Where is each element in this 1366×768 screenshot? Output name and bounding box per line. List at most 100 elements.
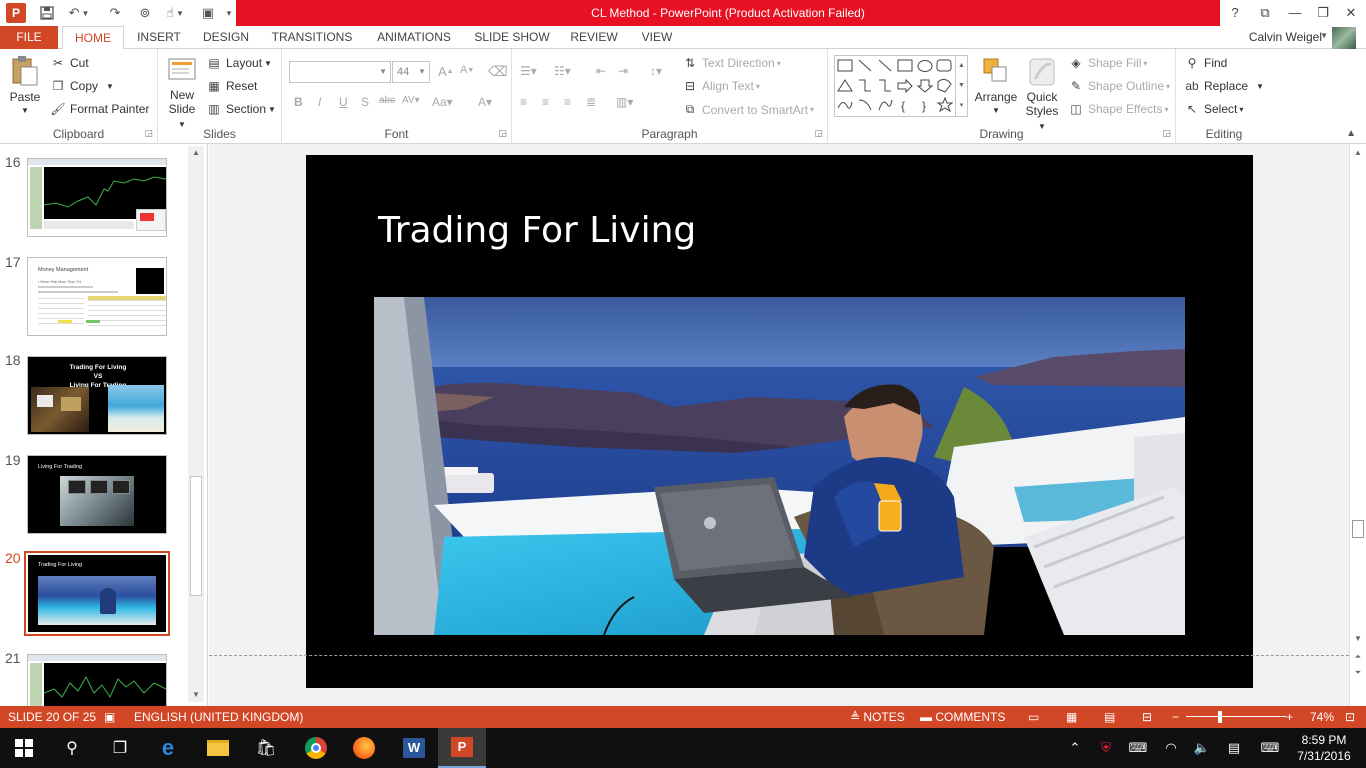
italic-icon[interactable]: I bbox=[318, 95, 321, 109]
find-button[interactable]: ⚲ Find bbox=[1184, 56, 1228, 70]
canvas-scrollbar[interactable]: ▲ ▼ ⏶ ⏷ bbox=[1349, 144, 1366, 706]
touch-mode-icon[interactable]: ☝ ▼ bbox=[160, 3, 190, 23]
current-slide[interactable]: Trading For Living bbox=[306, 155, 1253, 688]
canvas-scroll-up-icon[interactable]: ▲ bbox=[1351, 146, 1365, 160]
reading-view-icon[interactable]: ▤ bbox=[1104, 706, 1115, 728]
collapse-ribbon-icon[interactable]: ▲ bbox=[1346, 128, 1356, 139]
user-dropdown-icon[interactable]: ▼ bbox=[1320, 31, 1328, 40]
decrease-indent-icon[interactable]: ⇤ bbox=[596, 64, 606, 78]
grow-font-icon[interactable]: A ▲ bbox=[438, 64, 454, 79]
align-right-icon[interactable]: ≡ bbox=[564, 95, 571, 109]
paragraph-launcher-icon[interactable]: ◲ bbox=[814, 128, 823, 139]
cut-button[interactable]: ✂ Cut bbox=[50, 56, 89, 70]
font-name-combo[interactable]: ▼ bbox=[289, 61, 391, 83]
tab-insert[interactable]: INSERT bbox=[134, 26, 184, 49]
slide-thumbnail-19[interactable]: Living For Trading bbox=[27, 455, 167, 534]
minimize-icon[interactable]: — bbox=[1280, 0, 1310, 26]
edge-icon[interactable]: e bbox=[144, 728, 192, 768]
slide-thumbnail-20[interactable]: Trading For Living bbox=[24, 551, 170, 636]
tab-design[interactable]: DESIGN bbox=[200, 26, 252, 49]
tab-view[interactable]: VIEW bbox=[636, 26, 678, 49]
user-name[interactable]: Calvin Weigel bbox=[1249, 26, 1322, 49]
search-icon[interactable]: ⚲ bbox=[48, 728, 96, 768]
language-indicator[interactable]: ENGLISH (UNITED KINGDOM) bbox=[134, 706, 303, 728]
action-center-icon[interactable]: ▤ bbox=[1222, 728, 1246, 768]
firefox-icon[interactable] bbox=[340, 728, 388, 768]
thumbnails-scroll-thumb[interactable] bbox=[190, 476, 202, 596]
ribbon-display-icon[interactable]: ⧉ bbox=[1250, 0, 1280, 26]
antivirus-icon[interactable]: ⛨ bbox=[1096, 728, 1116, 768]
scroll-down-icon[interactable]: ▼ bbox=[189, 688, 203, 702]
shapes-gallery[interactable]: { } ▲ ▼ ▾ bbox=[834, 55, 968, 117]
canvas-scroll-down-icon[interactable]: ▼ bbox=[1351, 632, 1365, 646]
section-button[interactable]: ▥ Section ▼ bbox=[206, 102, 276, 116]
slide-sorter-icon[interactable]: ▦ bbox=[1066, 706, 1077, 728]
layout-button[interactable]: ▤ Layout ▼ bbox=[206, 56, 272, 70]
shape-fill-button[interactable]: ◈ Shape Fill ▾ bbox=[1068, 56, 1147, 70]
notes-button[interactable]: ≜ NOTES bbox=[850, 706, 905, 728]
task-view-icon[interactable]: ❐ bbox=[96, 728, 144, 768]
redo-icon[interactable]: ↷ bbox=[104, 3, 126, 23]
notes-divider[interactable] bbox=[209, 655, 1349, 656]
drawing-launcher-icon[interactable]: ◲ bbox=[1162, 128, 1171, 139]
shape-outline-button[interactable]: ✎ Shape Outline ▾ bbox=[1068, 79, 1170, 93]
numbering-icon[interactable]: ☷▾ bbox=[554, 64, 571, 78]
zoom-slider[interactable] bbox=[1186, 716, 1286, 717]
bullets-icon[interactable]: ☰▾ bbox=[520, 64, 537, 78]
canvas-scroll-thumb[interactable] bbox=[1352, 520, 1364, 538]
strikethrough-icon[interactable]: abc bbox=[379, 95, 395, 106]
next-slide-icon[interactable]: ⏷ bbox=[1351, 666, 1365, 680]
chrome-icon[interactable] bbox=[292, 728, 340, 768]
tab-review[interactable]: REVIEW bbox=[568, 26, 620, 49]
input-method-icon[interactable]: ⌨ bbox=[1128, 728, 1148, 768]
zoom-level[interactable]: 74% bbox=[1310, 706, 1334, 728]
zoom-slider-thumb[interactable] bbox=[1218, 711, 1222, 723]
clear-formatting-icon[interactable]: ⌫ bbox=[488, 63, 508, 80]
character-spacing-icon[interactable]: AV▾ bbox=[402, 95, 420, 106]
text-direction-button[interactable]: ⇅ Text Direction ▾ bbox=[682, 56, 781, 70]
normal-view-icon[interactable]: ▭ bbox=[1028, 706, 1039, 728]
shape-effects-button[interactable]: ◫ Shape Effects ▾ bbox=[1068, 102, 1168, 116]
columns-icon[interactable]: ▥▾ bbox=[616, 95, 633, 109]
slide-thumbnail-17[interactable]: Money Management • Never Risk More Than … bbox=[27, 257, 167, 336]
help-button[interactable]: ? bbox=[1220, 0, 1250, 26]
slide-title[interactable]: Trading For Living bbox=[378, 210, 696, 251]
avatar[interactable] bbox=[1332, 27, 1356, 49]
shapes-gallery-scroll-icon[interactable]: ▲ ▼ ▾ bbox=[955, 56, 967, 116]
slide-thumbnail-18[interactable]: Trading For Living VS Living For Trading bbox=[27, 356, 167, 435]
increase-indent-icon[interactable]: ⇥ bbox=[618, 64, 628, 78]
zoom-out-icon[interactable]: − bbox=[1172, 706, 1179, 728]
powerpoint-taskbar-icon[interactable]: P bbox=[438, 728, 486, 768]
file-explorer-icon[interactable] bbox=[194, 728, 242, 768]
thumbnails-scrollbar[interactable]: ▲ ▼ bbox=[188, 146, 204, 702]
save-icon[interactable] bbox=[36, 3, 58, 23]
font-launcher-icon[interactable]: ◲ bbox=[498, 128, 507, 139]
tab-file[interactable]: FILE bbox=[0, 26, 58, 49]
line-spacing-icon[interactable]: ↕▾ bbox=[650, 64, 662, 78]
clock[interactable]: 8:59 PM 7/31/2016 bbox=[1292, 732, 1356, 764]
font-size-combo[interactable]: 44 ▼ bbox=[392, 61, 430, 83]
restore-icon[interactable]: ❐ bbox=[1308, 0, 1338, 26]
slide-thumbnail-16[interactable] bbox=[27, 158, 167, 237]
align-center-icon[interactable]: ≡ bbox=[542, 95, 549, 109]
clipboard-launcher-icon[interactable]: ◲ bbox=[144, 128, 153, 139]
fit-slide-icon[interactable]: ⊡ bbox=[1345, 706, 1355, 728]
scroll-up-icon[interactable]: ▲ bbox=[189, 146, 203, 160]
present-icon[interactable]: ⊚ bbox=[134, 3, 156, 23]
format-painter-button[interactable]: 🖌 Format Painter bbox=[50, 102, 149, 116]
replace-button[interactable]: ab Replace ▼ bbox=[1184, 79, 1264, 93]
bold-icon[interactable]: B bbox=[294, 95, 303, 109]
undo-icon[interactable]: ↶ ▼ bbox=[64, 3, 94, 23]
shadow-icon[interactable]: S bbox=[361, 95, 369, 109]
quick-styles-button[interactable]: Quick Styles ▼ bbox=[1022, 57, 1062, 134]
copy-button[interactable]: ❐ Copy ▼ bbox=[50, 79, 114, 93]
slide-thumbnail-21[interactable] bbox=[27, 654, 167, 706]
new-slide-qa-icon[interactable]: ▣ bbox=[196, 3, 220, 23]
select-button[interactable]: ↖ Select ▾ bbox=[1184, 102, 1243, 116]
tab-animations[interactable]: ANIMATIONS bbox=[370, 26, 458, 49]
previous-slide-icon[interactable]: ⏶ bbox=[1351, 650, 1365, 664]
store-icon[interactable]: 🛍 bbox=[242, 728, 290, 768]
justify-icon[interactable]: ≣ bbox=[586, 95, 596, 109]
reset-button[interactable]: ▦ Reset bbox=[206, 79, 257, 93]
windows-start-icon[interactable] bbox=[0, 728, 48, 768]
